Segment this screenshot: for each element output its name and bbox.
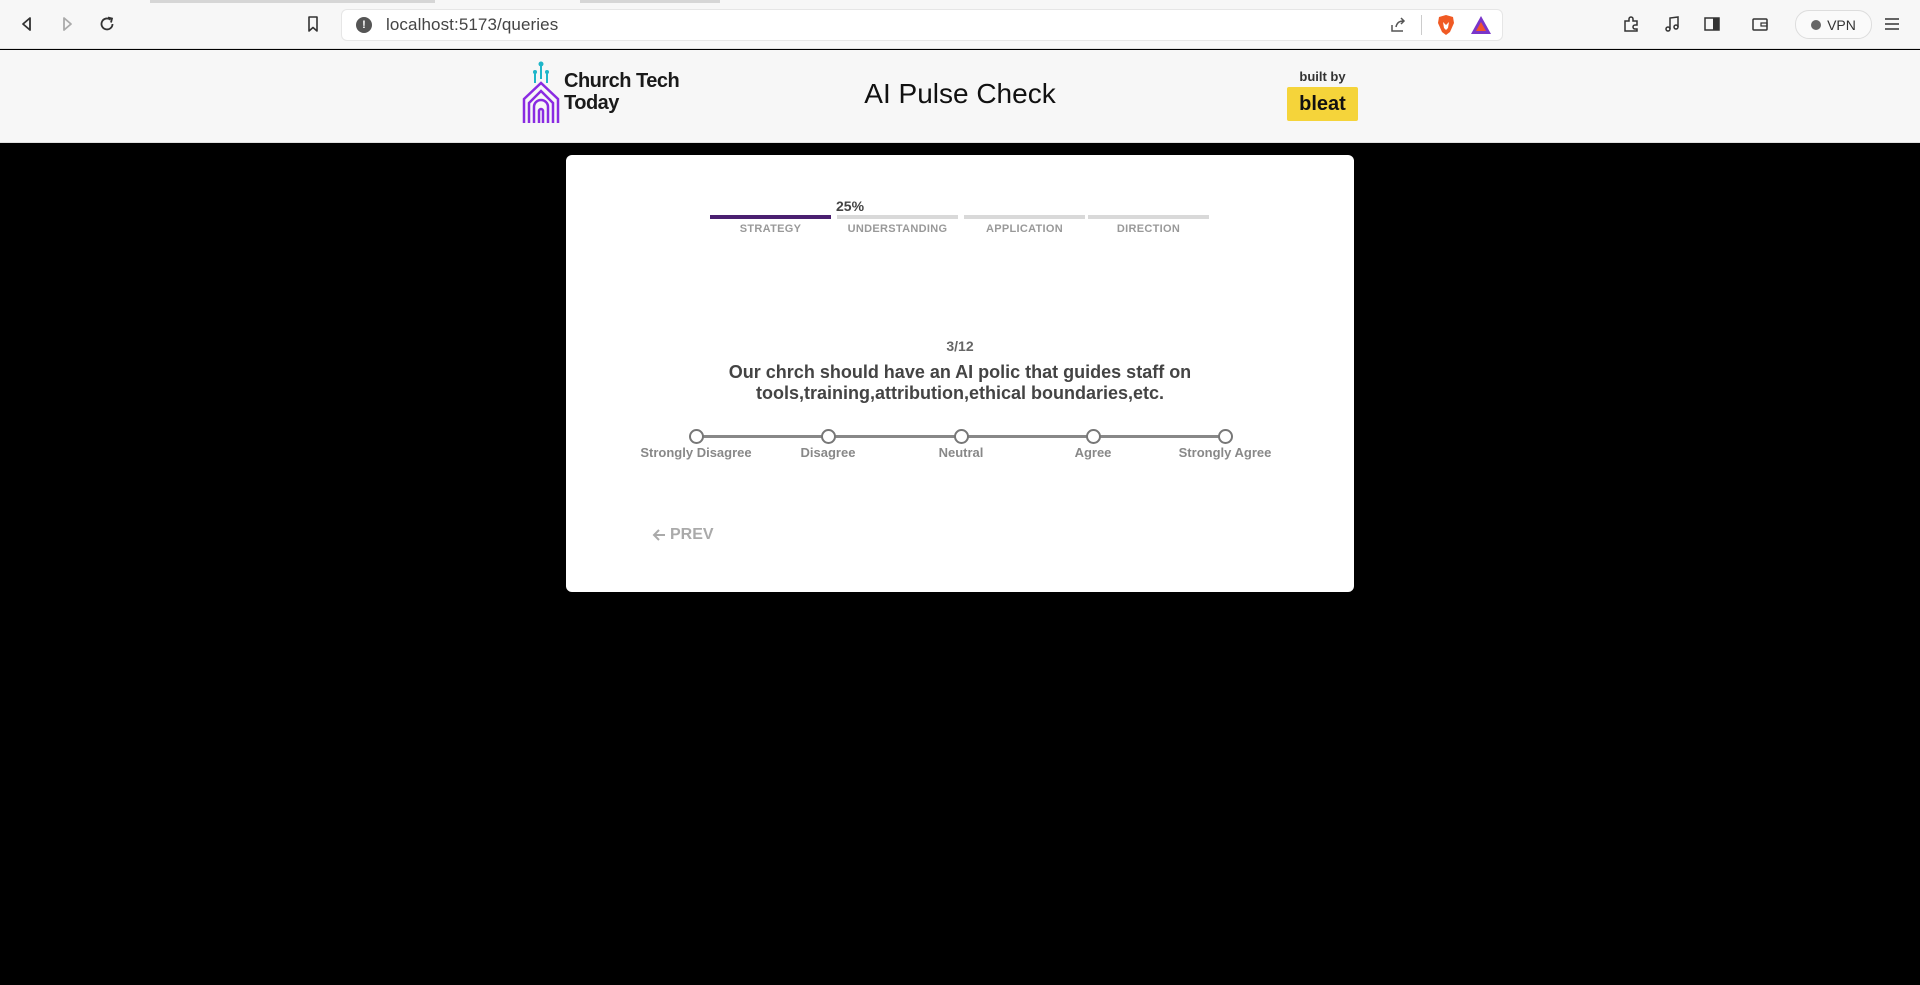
bleat-logo: bleat: [1287, 87, 1358, 121]
option-strongly-agree[interactable]: Strongly Agree: [1160, 428, 1290, 460]
hamburger-menu-icon: [1885, 18, 1899, 30]
option-label: Agree: [1074, 445, 1112, 460]
radio-circle[interactable]: [1217, 429, 1233, 444]
music-note-icon: [1665, 16, 1679, 32]
option-strongly-disagree[interactable]: Strongly Disagree: [631, 428, 761, 460]
vpn-button[interactable]: VPN: [1795, 10, 1872, 39]
url-text[interactable]: localhost:5173/queries: [386, 15, 558, 35]
wallet-button[interactable]: [1748, 12, 1772, 36]
progress-segment-application: [964, 215, 1085, 219]
bookmark-icon: [308, 16, 318, 32]
progress-percent: 25%: [836, 198, 865, 214]
extensions-button[interactable]: [1619, 12, 1643, 36]
prev-button[interactable]: PREV: [651, 526, 714, 544]
back-arrow-icon: [22, 17, 31, 31]
app-header: Church Tech Today AI Pulse Check built b…: [0, 50, 1920, 143]
brave-rewards-icon[interactable]: [1470, 15, 1492, 35]
question-counter: 3/12: [946, 338, 974, 354]
progress-segment-strategy: [710, 215, 831, 219]
reload-icon: [100, 16, 114, 31]
prev-label: PREV: [670, 526, 714, 543]
radio-circle[interactable]: [688, 429, 704, 444]
radio-circle[interactable]: [953, 429, 969, 444]
menu-button[interactable]: [1880, 12, 1904, 36]
back-button[interactable]: [15, 12, 39, 36]
address-bar[interactable]: ! localhost:5173/queries: [341, 9, 1503, 41]
progress-segment-understanding: [837, 215, 958, 219]
option-label: Disagree: [800, 445, 856, 460]
brave-shields-icon[interactable]: [1436, 14, 1456, 36]
progress-label-direction: DIRECTION: [1116, 223, 1181, 235]
built-by-label: built by: [1299, 69, 1346, 84]
radio-circle[interactable]: [820, 429, 836, 444]
site-info-icon[interactable]: !: [356, 17, 372, 33]
wallet-icon: [1752, 18, 1768, 31]
browser-toolbar: ! localhost:5173/queries VPN: [0, 0, 1920, 49]
built-by-badge[interactable]: built by bleat: [1287, 69, 1358, 121]
puzzle-icon: [1624, 16, 1638, 32]
option-label: Strongly Agree: [1178, 445, 1272, 460]
question-text: Our chrch should have an AI polic that g…: [728, 362, 1192, 403]
share-icon[interactable]: [1389, 16, 1407, 34]
reload-button[interactable]: [95, 12, 119, 36]
likert-scale: Strongly Disagree Disagree Neutral Agree…: [566, 428, 1354, 468]
option-neutral[interactable]: Neutral: [896, 428, 1026, 460]
progress-bar: 25% STRATEGY UNDERSTANDING APPLICATION D…: [710, 198, 1210, 238]
vpn-status-icon: [1811, 19, 1822, 30]
option-label: Neutral: [938, 445, 984, 460]
tab-strip: [0, 0, 1920, 3]
page-title: AI Pulse Check: [864, 78, 1056, 109]
sidebar-toggle-button[interactable]: [1700, 12, 1724, 36]
arrow-left-icon: [652, 529, 665, 541]
forward-arrow-icon: [63, 17, 72, 31]
forward-button[interactable]: [55, 12, 79, 36]
radio-circle[interactable]: [1085, 429, 1101, 444]
sidebar-icon: [1704, 17, 1720, 31]
progress-label-strategy: STRATEGY: [739, 223, 802, 235]
progress-label-understanding: UNDERSTANDING: [847, 223, 948, 235]
option-disagree[interactable]: Disagree: [763, 428, 893, 460]
option-agree[interactable]: Agree: [1028, 428, 1158, 460]
progress-segment-direction: [1088, 215, 1209, 219]
progress-label-application: APPLICATION: [985, 223, 1064, 235]
option-label: Strongly Disagree: [640, 445, 752, 460]
bookmark-button[interactable]: [301, 12, 325, 36]
vpn-label: VPN: [1827, 16, 1856, 33]
question-card: 25% STRATEGY UNDERSTANDING APPLICATION D…: [566, 155, 1354, 592]
media-button[interactable]: [1660, 12, 1684, 36]
